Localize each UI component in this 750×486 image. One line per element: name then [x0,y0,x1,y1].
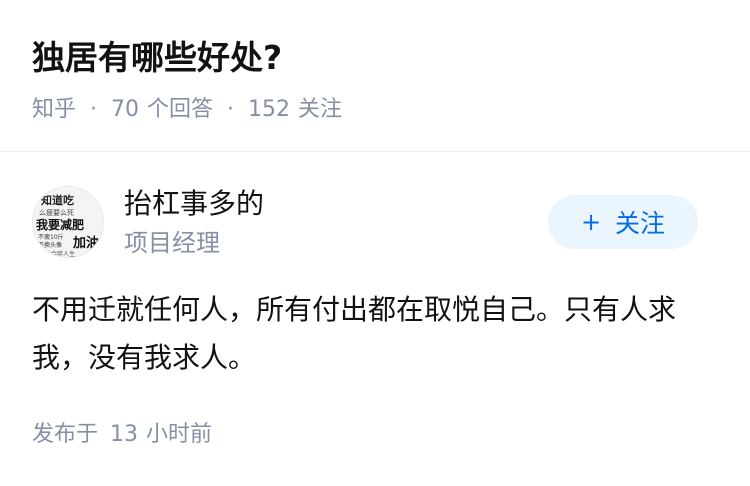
answer-count-label[interactable]: 个回答 [147,94,213,126]
publish-time: 发布于 13 小时前 [32,419,212,451]
answer-count: 70 [111,97,140,122]
author-headline: 项目经理 [124,229,220,257]
publish-value: 13 [110,422,139,447]
follower-count-label[interactable]: 关注 [298,94,342,126]
text-collage-avatar-icon: 知道吃 么瘦要么死 我要减肥 不瘦10斤 不换头像 加油 吃会胖人生 [33,187,103,258]
author-name[interactable]: 抬杠事多的 [124,184,264,224]
publish-prefix: 发布于 [32,422,99,447]
avatar-text: 不瘦10斤 [38,233,64,241]
source-label[interactable]: 知乎 [32,94,76,126]
avatar-text: 我要减肥 [36,217,84,232]
meta-separator: · [90,97,98,122]
avatar-text: 吃会胖人生 [45,250,75,258]
plus-icon: + [580,208,602,236]
avatar[interactable]: 知道吃 么瘦要么死 我要减肥 不瘦10斤 不换头像 加油 吃会胖人生 [32,186,104,258]
avatar-text: 不换头像 [38,241,62,249]
answer-content[interactable]: 不用迁就任何人，所有付出都在取悦自己。只有人求我，没有我求人。 [32,286,722,382]
avatar-text: 么瘦要么死 [39,208,74,217]
follow-button-label: 关注 [615,209,666,238]
follower-count: 152 [248,97,291,122]
section-divider [0,151,750,152]
question-meta: 知乎 · 70 个回答 · 152 关注 [32,94,342,126]
avatar-text: 知道吃 [40,193,74,207]
avatar-text: 加油 [72,235,99,251]
follow-button[interactable]: + 关注 [548,195,698,249]
publish-suffix: 小时前 [146,422,213,447]
meta-separator: · [227,97,235,122]
question-title[interactable]: 独居有哪些好处? [32,34,282,82]
